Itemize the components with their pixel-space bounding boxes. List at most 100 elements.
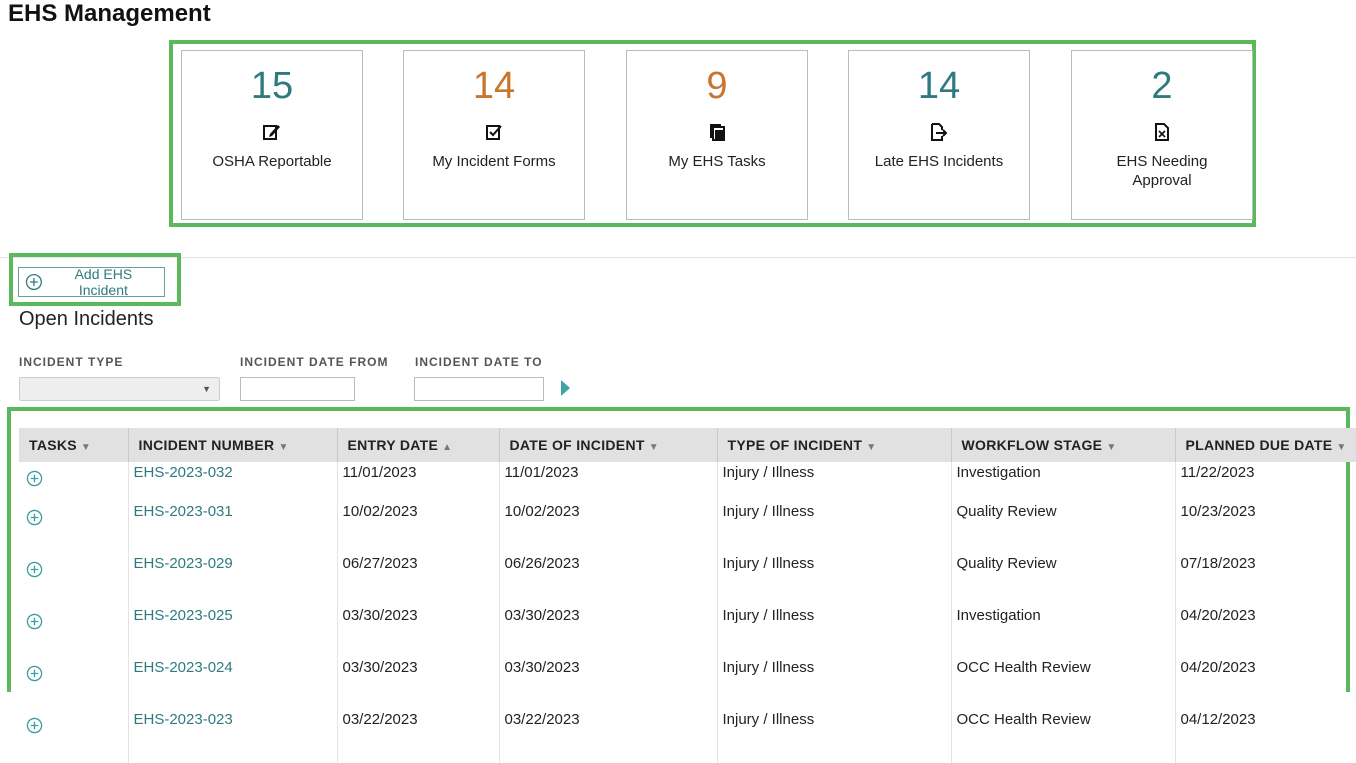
tile-count: 15 <box>250 65 294 107</box>
apply-filter-arrow-icon[interactable] <box>561 380 570 396</box>
task-cell[interactable] <box>19 659 129 711</box>
tile-my-incident-forms[interactable]: 14 My Incident Forms <box>403 50 585 220</box>
task-cell[interactable] <box>19 503 129 555</box>
table-row: EHS-2023-032 11/01/2023 11/01/2023 Injury /… <box>19 462 1356 503</box>
planned-due-date-cell: 11/22/2023 <box>1175 462 1356 503</box>
incidents-table: TASKS ▼ INCIDENT NUMBER ▼ ENTRY DATE ▲ DATE… <box>19 428 1356 763</box>
incident-date-to-input[interactable] <box>414 377 544 401</box>
table-row: EHS-2023-031 10/02/2023 10/02/2023 Injury /… <box>19 503 1356 555</box>
add-task-icon[interactable] <box>26 717 43 734</box>
entry-date-cell: 06/27/2023 <box>337 555 500 607</box>
incident-number-link[interactable]: EHS-2023-032 <box>128 462 338 503</box>
sort-down-icon: ▼ <box>1336 442 1347 453</box>
incident-date-to-label: INCIDENT DATE TO <box>415 355 543 369</box>
workflow-stage-cell: OCC Health Review <box>951 659 1176 711</box>
task-cell[interactable] <box>19 462 129 503</box>
tile-late-ehs-incidents[interactable]: 14 Late EHS Incidents <box>848 50 1030 220</box>
tile-count: 14 <box>917 65 961 107</box>
tile-count: 2 <box>1151 65 1173 107</box>
type-of-incident-cell: Injury / Illness <box>717 711 952 763</box>
edit-icon <box>182 122 362 144</box>
table-row: EHS-2023-029 06/27/2023 06/26/2023 Injury /… <box>19 555 1356 607</box>
tile-my-ehs-tasks[interactable]: 9 My EHS Tasks <box>626 50 808 220</box>
sort-down-icon: ▼ <box>1106 442 1117 453</box>
section-title: Open Incidents <box>19 308 154 330</box>
sort-down-icon: ▼ <box>648 442 659 453</box>
tile-count: 14 <box>472 65 516 107</box>
column-header-planned-due-date[interactable]: PLANNED DUE DATE ▼ <box>1175 428 1356 462</box>
date-of-incident-cell: 03/30/2023 <box>499 659 718 711</box>
page-title: EHS Management <box>8 0 211 27</box>
sort-up-icon: ▲ <box>442 442 453 453</box>
add-ehs-incident-label: Add EHS Incident <box>74 266 133 298</box>
copy-document-icon <box>627 122 807 144</box>
entry-date-cell: 10/02/2023 <box>337 503 500 555</box>
table-row: EHS-2023-024 03/30/2023 03/30/2023 Injury /… <box>19 659 1356 711</box>
column-header-entry-date[interactable]: ENTRY DATE ▲ <box>337 428 500 462</box>
entry-date-cell: 03/22/2023 <box>337 711 500 763</box>
add-task-icon[interactable] <box>26 665 43 682</box>
add-ehs-incident-button[interactable]: Add EHS Incident <box>18 266 165 298</box>
date-of-incident-cell: 06/26/2023 <box>499 555 718 607</box>
divider <box>0 257 1356 258</box>
add-task-icon[interactable] <box>26 613 43 630</box>
task-cell[interactable] <box>19 607 129 659</box>
table-row: EHS-2023-025 03/30/2023 03/30/2023 Injury /… <box>19 607 1356 659</box>
type-of-incident-cell: Injury / Illness <box>717 462 952 503</box>
add-task-icon[interactable] <box>26 470 43 487</box>
add-task-icon[interactable] <box>26 561 43 578</box>
tile-ehs-needing-approval[interactable]: 2 EHS Needing Approval <box>1071 50 1253 220</box>
entry-date-cell: 11/01/2023 <box>337 462 500 503</box>
incident-number-link[interactable]: EHS-2023-023 <box>128 711 338 763</box>
incident-date-from-label: INCIDENT DATE FROM <box>240 355 389 369</box>
date-of-incident-cell: 10/02/2023 <box>499 503 718 555</box>
tile-count: 9 <box>706 65 728 107</box>
incident-type-label: INCIDENT TYPE <box>19 355 124 369</box>
column-header-type-of-incident[interactable]: TYPE OF INCIDENT ▼ <box>717 428 952 462</box>
column-header-workflow-stage[interactable]: WORKFLOW STAGE ▼ <box>951 428 1176 462</box>
type-of-incident-cell: Injury / Illness <box>717 607 952 659</box>
planned-due-date-cell: 10/23/2023 <box>1175 503 1356 555</box>
column-header-incident-number[interactable]: INCIDENT NUMBER ▼ <box>128 428 338 462</box>
task-cell[interactable] <box>19 711 129 763</box>
tile-label: OSHA Reportable <box>212 153 332 170</box>
type-of-incident-cell: Injury / Illness <box>717 503 952 555</box>
incident-date-from-input[interactable] <box>240 377 355 401</box>
tile-label: Late EHS Incidents <box>874 153 1004 170</box>
table-row: EHS-2023-023 03/22/2023 03/22/2023 Injury /… <box>19 711 1356 763</box>
incident-number-link[interactable]: EHS-2023-029 <box>128 555 338 607</box>
tile-label: EHS Needing Approval <box>1116 153 1208 189</box>
sort-down-icon: ▼ <box>80 442 92 453</box>
tile-label: My Incident Forms <box>432 153 556 170</box>
document-export-icon <box>849 122 1029 144</box>
tile-label: My EHS Tasks <box>668 153 766 170</box>
incident-number-link[interactable]: EHS-2023-025 <box>128 607 338 659</box>
incident-type-select[interactable]: ▼ <box>19 377 220 401</box>
checkbox-edit-icon <box>404 122 584 144</box>
incident-number-link[interactable]: EHS-2023-031 <box>128 503 338 555</box>
entry-date-cell: 03/30/2023 <box>337 607 500 659</box>
plus-circle-icon <box>25 273 42 291</box>
date-of-incident-cell: 11/01/2023 <box>499 462 718 503</box>
workflow-stage-cell: Investigation <box>951 607 1176 659</box>
workflow-stage-cell: Investigation <box>951 462 1176 503</box>
sort-down-icon: ▼ <box>278 442 289 453</box>
column-header-date-of-incident[interactable]: DATE OF INCIDENT ▼ <box>499 428 718 462</box>
date-of-incident-cell: 03/30/2023 <box>499 607 718 659</box>
document-x-icon <box>1072 122 1252 144</box>
add-task-icon[interactable] <box>26 509 43 526</box>
planned-due-date-cell: 07/18/2023 <box>1175 555 1356 607</box>
task-cell[interactable] <box>19 555 129 607</box>
planned-due-date-cell: 04/20/2023 <box>1175 659 1356 711</box>
workflow-stage-cell: Quality Review <box>951 503 1176 555</box>
workflow-stage-cell: Quality Review <box>951 555 1176 607</box>
column-header-tasks[interactable]: TASKS ▼ <box>19 428 129 462</box>
type-of-incident-cell: Injury / Illness <box>717 659 952 711</box>
type-of-incident-cell: Injury / Illness <box>717 555 952 607</box>
date-of-incident-cell: 03/22/2023 <box>499 711 718 763</box>
tile-osha-reportable[interactable]: 15 OSHA Reportable <box>181 50 363 220</box>
incident-number-link[interactable]: EHS-2023-024 <box>128 659 338 711</box>
entry-date-cell: 03/30/2023 <box>337 659 500 711</box>
planned-due-date-cell: 04/20/2023 <box>1175 607 1356 659</box>
workflow-stage-cell: OCC Health Review <box>951 711 1176 763</box>
